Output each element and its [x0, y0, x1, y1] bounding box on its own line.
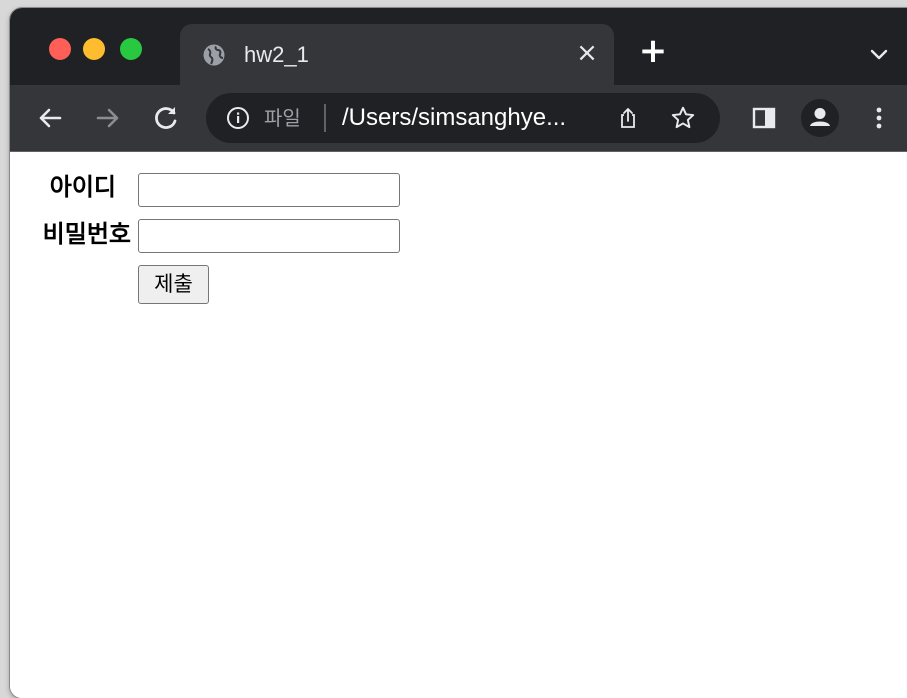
profile-avatar-icon[interactable]	[800, 98, 840, 138]
close-window-button[interactable]	[49, 38, 71, 60]
more-menu-icon[interactable]	[863, 102, 895, 134]
maximize-window-button[interactable]	[120, 38, 142, 60]
side-panel-icon[interactable]	[748, 102, 780, 134]
back-arrow-icon[interactable]	[34, 102, 66, 134]
tab-title: hw2_1	[244, 42, 309, 67]
title-bar: hw2_1 × +	[10, 8, 907, 85]
bookmark-star-icon[interactable]	[670, 105, 696, 131]
chevron-down-icon[interactable]	[867, 42, 891, 66]
password-input[interactable]	[138, 219, 400, 253]
forward-arrow-icon[interactable]	[92, 102, 124, 134]
tab-hw2-1[interactable]: hw2_1 ×	[180, 24, 614, 85]
new-tab-button[interactable]: +	[638, 34, 668, 68]
info-icon[interactable]	[226, 106, 250, 130]
url-scheme-label: 파일	[264, 106, 301, 130]
browser-toolbar: 파일 /Users/simsanghye...	[10, 85, 907, 152]
address-bar[interactable]: 파일 /Users/simsanghye...	[206, 93, 720, 143]
browser-window: hw2_1 × + 파일 /Users/simsanghye... 아이디 비밀…	[10, 8, 907, 698]
url-text[interactable]: /Users/simsanghye...	[342, 102, 566, 134]
id-label: 아이디	[49, 173, 116, 201]
minimize-window-button[interactable]	[83, 38, 105, 60]
submit-button[interactable]: 제출	[138, 265, 209, 304]
page-content: 아이디 비밀번호 제출	[10, 152, 907, 698]
id-input[interactable]	[138, 173, 400, 207]
globe-icon	[203, 44, 225, 66]
address-divider	[324, 104, 326, 132]
tab-close-icon[interactable]: ×	[572, 38, 602, 68]
share-icon[interactable]	[616, 106, 640, 130]
password-label: 비밀번호	[42, 220, 131, 248]
reload-icon[interactable]	[150, 102, 182, 134]
